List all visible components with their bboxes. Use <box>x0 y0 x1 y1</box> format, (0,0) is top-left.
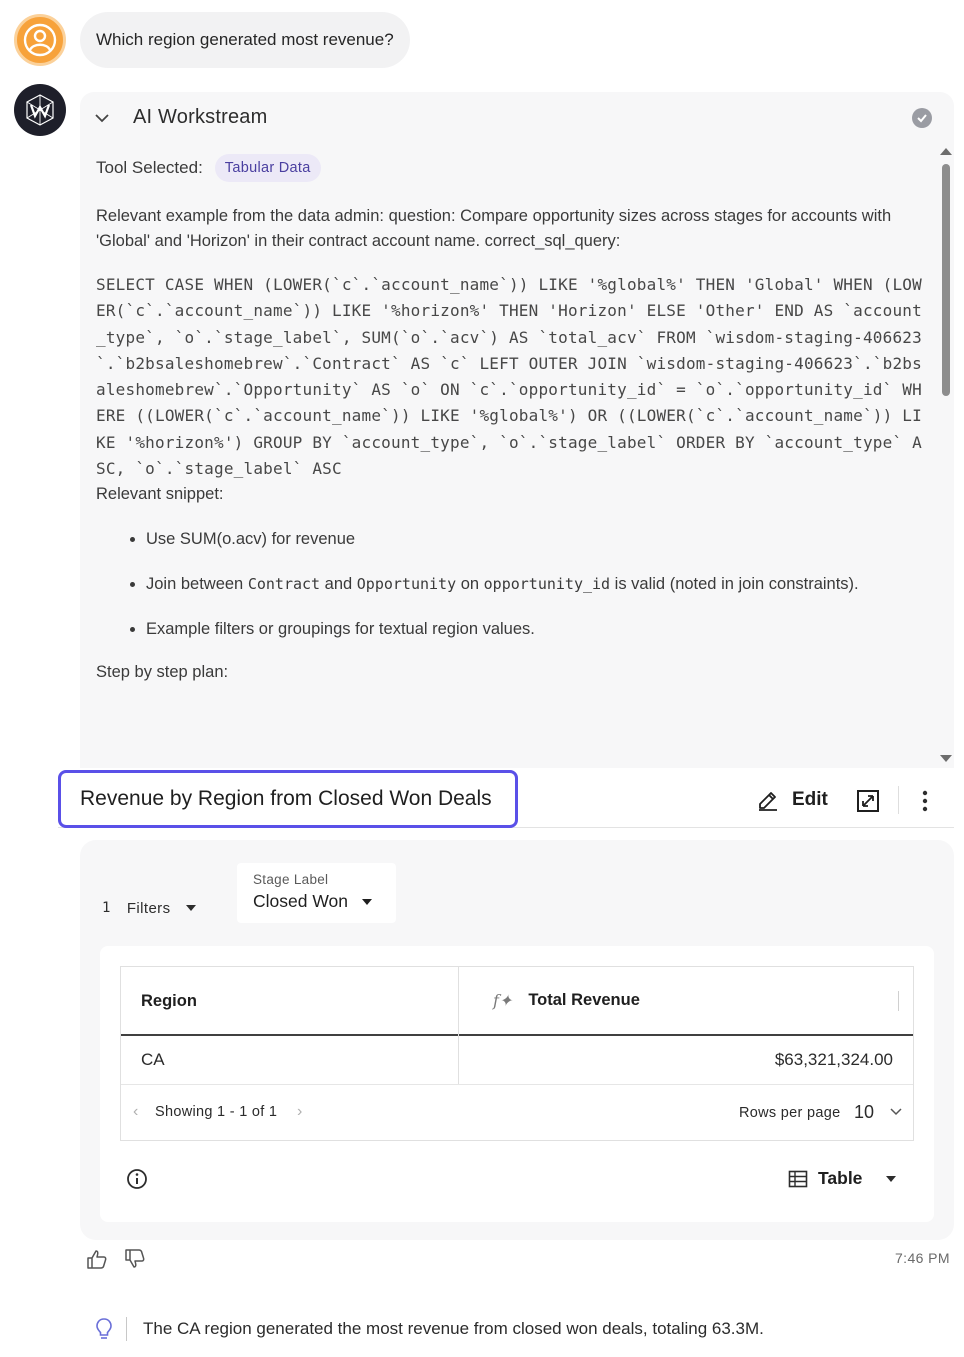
cell-region: CA <box>141 1050 165 1069</box>
answer-summary: The CA region generated the most revenue… <box>94 1316 764 1342</box>
chevron-down-icon[interactable] <box>889 1104 903 1118</box>
pagination: ‹ Showing 1 - 1 of 1 › Rows per page 10 <box>121 1085 913 1141</box>
tool-selected-row: Tool Selected: Tabular Data <box>96 148 926 188</box>
wisdom-logo-icon <box>26 94 54 126</box>
lightbulb-icon <box>96 1318 112 1339</box>
showing-text: Showing 1 - 1 of 1 <box>155 1104 278 1120</box>
assistant-avatar <box>14 84 66 136</box>
chevron-left-icon[interactable]: ‹ <box>133 1103 138 1121</box>
plan-label: Step by step plan: <box>96 663 229 682</box>
more-options-icon[interactable] <box>922 790 928 812</box>
tool-selected-label: Tool Selected: <box>96 158 203 177</box>
summary-text: The CA region generated the most revenue… <box>143 1319 764 1338</box>
view-type-select[interactable]: Table <box>788 1168 897 1189</box>
tool-badge: Tabular Data <box>214 154 321 182</box>
ai-workstream-panel: AI Workstream Tool Selected: Tabular Dat… <box>80 92 954 768</box>
filters-button[interactable]: 1 Filters <box>102 896 197 920</box>
toolbar-divider <box>898 786 899 814</box>
stage-filter-value: Closed Won <box>253 891 380 912</box>
scroll-up-arrow-icon[interactable] <box>940 148 952 155</box>
formula-icon: f✦ <box>493 991 513 1010</box>
user-icon <box>23 23 57 57</box>
scroll-down-arrow-icon[interactable] <box>940 755 952 762</box>
stage-filter-label: Stage Label <box>253 872 329 887</box>
pencil-icon <box>759 792 777 811</box>
check-icon <box>912 108 932 128</box>
result-title[interactable]: Revenue by Region from Closed Won Deals <box>58 770 518 828</box>
table-icon <box>788 1170 808 1187</box>
user-avatar <box>14 14 66 66</box>
workstream-title[interactable]: AI Workstream <box>133 106 267 129</box>
thumbs-up-icon[interactable] <box>86 1248 108 1270</box>
table-panel: Region f✦ Total Revenue CA $63,321,324.0… <box>100 946 934 1222</box>
caret-down-icon <box>886 1175 897 1182</box>
snippet-label: Relevant snippet: <box>96 485 224 504</box>
summary-divider <box>126 1317 127 1341</box>
caret-down-icon <box>186 905 197 911</box>
rows-per-page-label: Rows per page <box>739 1105 841 1121</box>
thumbs-down-icon[interactable] <box>124 1248 146 1270</box>
cell-total-revenue: $63,321,324.00 <box>774 1050 893 1069</box>
user-message: Which region generated most revenue? <box>80 12 410 68</box>
caret-down-icon <box>362 898 373 905</box>
filters-count: 1 <box>102 900 111 916</box>
table-header: Region f✦ Total Revenue <box>121 967 913 1036</box>
workstream-content[interactable]: Tool Selected: Tabular Data Relevant exa… <box>96 148 926 768</box>
column-header-total-revenue[interactable]: f✦ Total Revenue <box>493 991 640 1010</box>
result-header: Revenue by Region from Closed Won Deals … <box>58 770 954 828</box>
message-timestamp: 7:46 PM <box>895 1250 950 1266</box>
column-resize-handle[interactable] <box>898 991 899 1011</box>
info-icon[interactable] <box>126 1168 148 1190</box>
chevron-down-icon[interactable] <box>94 110 110 126</box>
workstream-scrollbar[interactable] <box>938 148 952 762</box>
list-item: Example filters or groupings for textual… <box>146 617 926 642</box>
edit-button[interactable]: Edit <box>756 788 828 812</box>
example-text: Relevant example from the data admin: qu… <box>96 207 892 250</box>
sql-query: SELECT CASE WHEN (LOWER(`c`.`account_nam… <box>96 275 922 479</box>
table-row[interactable]: CA $63,321,324.00 <box>121 1037 913 1085</box>
chevron-right-icon[interactable]: › <box>297 1103 302 1121</box>
data-table: Region f✦ Total Revenue CA $63,321,324.0… <box>120 966 914 1141</box>
scrollbar-thumb[interactable] <box>942 164 950 396</box>
rows-per-page-select[interactable]: 10 <box>854 1102 874 1123</box>
column-header-region[interactable]: Region <box>141 992 197 1011</box>
snippet-list: Use SUM(o.acv) for revenue Join between … <box>96 527 926 642</box>
filters-label: Filters <box>126 899 171 917</box>
expand-icon[interactable] <box>856 789 880 813</box>
result-card: 1 Filters Stage Label Closed Won Region … <box>80 840 954 1240</box>
stage-label-filter[interactable]: Stage Label Closed Won <box>237 863 396 923</box>
list-item: Use SUM(o.acv) for revenue <box>146 527 926 552</box>
list-item: Join between Contract and Opportunity on… <box>146 572 926 597</box>
user-message-text: Which region generated most revenue? <box>96 30 394 49</box>
